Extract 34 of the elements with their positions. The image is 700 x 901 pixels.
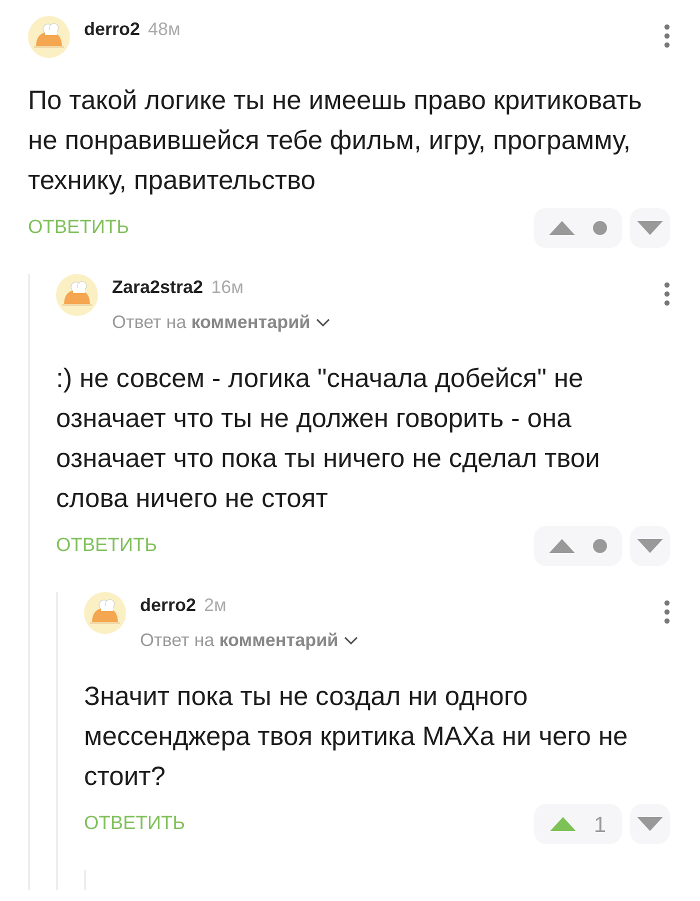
downvote-button[interactable] <box>630 804 670 844</box>
downvote-button[interactable] <box>630 208 670 248</box>
more-options-icon[interactable] <box>664 282 670 306</box>
downvote-icon <box>637 221 663 235</box>
author-name[interactable]: derro2 <box>140 595 196 615</box>
author-name[interactable]: derro2 <box>84 19 140 39</box>
avatar-icon[interactable] <box>56 274 98 316</box>
vote-count: 1 <box>594 810 606 838</box>
upvote-icon[interactable] <box>549 539 575 553</box>
downvote-button[interactable] <box>630 526 670 566</box>
comment-time: 16м <box>211 277 244 297</box>
reply-button[interactable]: ОТВЕТИТЬ <box>28 214 130 242</box>
rating-hidden-dot-icon <box>593 221 607 235</box>
comment-text: По такой логике ты не имеешь право критиковать не понравившейся тебе фильм, игру, программу, технику, правительство <box>28 84 643 197</box>
reply-to-link[interactable]: Ответ на комментарий <box>112 309 330 336</box>
rating-hidden-dot-icon <box>593 539 607 553</box>
more-options-icon[interactable] <box>664 600 670 624</box>
reply-to-link[interactable]: Ответ на комментарий <box>140 627 358 654</box>
author-name[interactable]: Zara2stra2 <box>112 277 204 297</box>
chevron-down-icon <box>344 636 358 646</box>
comment-time: 2м <box>204 595 226 615</box>
avatar-icon[interactable] <box>28 16 70 58</box>
upvote-icon[interactable] <box>549 221 575 235</box>
avatar-icon[interactable] <box>84 592 126 634</box>
chevron-down-icon <box>316 318 330 328</box>
downvote-icon <box>637 817 663 831</box>
upvote-icon[interactable] <box>550 817 576 831</box>
more-options-icon[interactable] <box>664 24 670 48</box>
comment-text: Значит пока ты не создал ни одного мессенджера твоя критика МАХа ни чего не стоит? <box>84 680 629 793</box>
comment-text: :) не совсем - логика "сначала добейся" не означает что ты не должен говорить - она означает что пока ты ничего не сделал твои слова ничего не стоят <box>56 362 601 515</box>
downvote-icon <box>637 539 663 553</box>
reply-button[interactable]: ОТВЕТИТЬ <box>56 532 158 560</box>
reply-button[interactable]: ОТВЕТИТЬ <box>84 810 186 838</box>
comment-time: 48м <box>148 19 180 39</box>
